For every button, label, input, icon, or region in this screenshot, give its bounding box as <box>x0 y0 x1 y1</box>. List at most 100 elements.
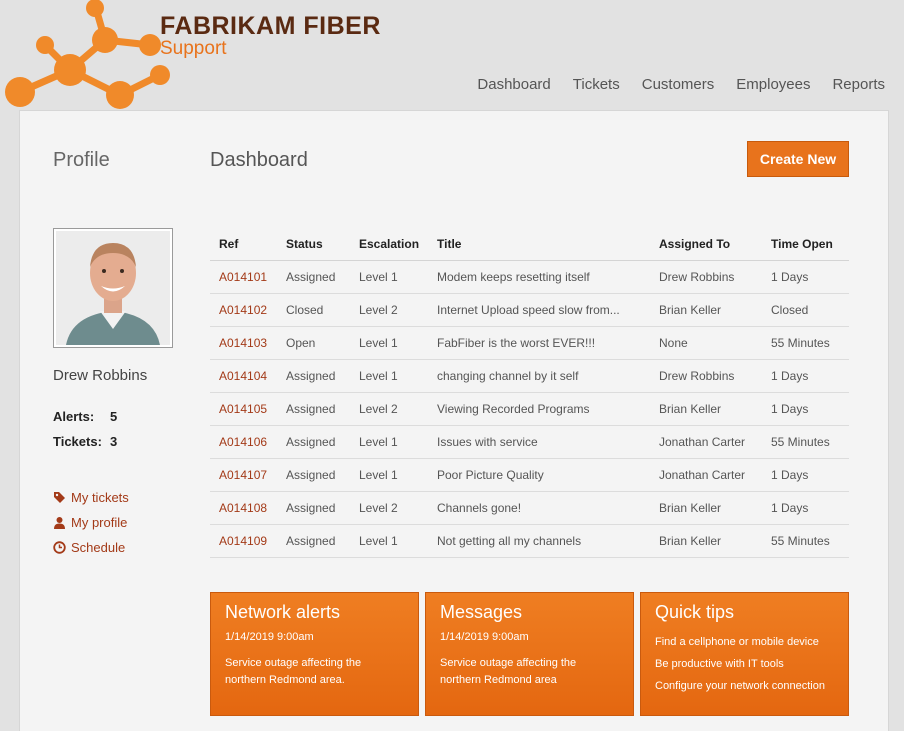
sidebar-link-my-tickets[interactable]: My tickets <box>53 485 129 510</box>
messages-card: Messages 1/14/2019 9:00am Service outage… <box>425 592 634 716</box>
table-row: A014107 Assigned Level 1 Poor Picture Qu… <box>210 458 849 492</box>
ticket-assignee: Jonathan Carter <box>650 458 762 492</box>
ticket-ref-link[interactable]: A014105 <box>210 392 277 426</box>
alerts-count: 5 <box>110 409 118 424</box>
ticket-time-open: 55 Minutes <box>762 425 849 459</box>
ticket-status: Assigned <box>277 524 350 558</box>
ticket-time-open: 55 Minutes <box>762 524 849 558</box>
ticket-ref-link[interactable]: A014103 <box>210 326 277 360</box>
card-title: Quick tips <box>655 602 735 622</box>
tickets-label: Tickets: <box>53 434 102 449</box>
table-row: A014104 Assigned Level 1 changing channe… <box>210 359 849 393</box>
tip-item[interactable]: Configure your network connection <box>655 675 834 697</box>
ticket-escalation: Level 1 <box>350 359 428 393</box>
ticket-escalation: Level 1 <box>350 326 428 360</box>
ticket-escalation: Level 2 <box>350 491 428 525</box>
table-row: A014105 Assigned Level 2 Viewing Recorde… <box>210 392 849 426</box>
ticket-ref-link[interactable]: A014108 <box>210 491 277 525</box>
ticket-escalation: Level 1 <box>350 260 428 294</box>
column-header-assigned-to: Assigned To <box>650 227 762 261</box>
sidebar-link-schedule[interactable]: Schedule <box>53 535 129 560</box>
ticket-ref-link[interactable]: A014106 <box>210 425 277 459</box>
ticket-status: Open <box>277 326 350 360</box>
page-title: Dashboard <box>210 149 308 171</box>
create-new-button[interactable]: Create New <box>747 141 849 177</box>
ticket-title: Not getting all my channels <box>428 524 650 558</box>
profile-heading: Profile <box>53 149 110 171</box>
ticket-ref-link[interactable]: A014101 <box>210 260 277 294</box>
ticket-status: Assigned <box>277 392 350 426</box>
card-date: 1/14/2019 9:00am <box>225 631 314 643</box>
ticket-assignee: Brian Keller <box>650 392 762 426</box>
ticket-assignee: Drew Robbins <box>650 260 762 294</box>
ticket-assignee: Brian Keller <box>650 293 762 327</box>
tag-icon <box>54 492 65 503</box>
nav-reports[interactable]: Reports <box>832 76 885 93</box>
ticket-ref-link[interactable]: A014102 <box>210 293 277 327</box>
ticket-escalation: Level 2 <box>350 392 428 426</box>
ticket-assignee: None <box>650 326 762 360</box>
table-row: A014102 Closed Level 2 Internet Upload s… <box>210 293 849 327</box>
ticket-title: Internet Upload speed slow from... <box>428 293 650 327</box>
sidebar-link-label: My tickets <box>71 490 129 505</box>
ticket-ref-link[interactable]: A014107 <box>210 458 277 492</box>
ticket-escalation: Level 1 <box>350 458 428 492</box>
sidebar-link-label: Schedule <box>71 540 126 555</box>
ticket-time-open: 1 Days <box>762 392 849 426</box>
clock-icon <box>53 541 66 554</box>
ticket-assignee: Brian Keller <box>650 491 762 525</box>
tickets-table: Ref Status Escalation Title Assigned To … <box>210 227 849 558</box>
tip-item[interactable]: Find a cellphone or mobile device <box>655 631 834 653</box>
nav-dashboard[interactable]: Dashboard <box>477 76 550 93</box>
ticket-escalation: Level 2 <box>350 293 428 327</box>
column-header-title: Title <box>428 227 650 261</box>
content-panel: Profile Drew Robbins Alerts: 5 Tickets: … <box>19 110 889 731</box>
user-name: Drew Robbins <box>53 367 148 384</box>
brand-title: FABRIKAM FIBER <box>160 12 381 40</box>
ticket-time-open: Closed <box>762 293 849 327</box>
ticket-status: Assigned <box>277 359 350 393</box>
card-text: Service outage affecting the northern Re… <box>225 657 362 686</box>
alerts-label: Alerts: <box>53 409 95 424</box>
ticket-time-open: 1 Days <box>762 359 849 393</box>
table-row: A014101 Assigned Level 1 Modem keeps res… <box>210 260 849 294</box>
top-nav: Dashboard Tickets Customers Employees Re… <box>477 76 885 93</box>
tickets-count: 3 <box>110 434 118 449</box>
alerts-stat: Alerts: 5 <box>53 409 117 424</box>
quick-tips-card: Quick tips Find a cellphone or mobile de… <box>640 592 849 716</box>
ticket-title: FabFiber is the worst EVER!!! <box>428 326 650 360</box>
card-title: Network alerts <box>225 602 341 622</box>
tickets-stat: Tickets: 3 <box>53 434 117 449</box>
header: FABRIKAM FIBER Support Dashboard Tickets… <box>0 0 904 112</box>
ticket-time-open: 1 Days <box>762 458 849 492</box>
card-text: Service outage affecting the northern Re… <box>440 657 577 686</box>
ticket-title: Modem keeps resetting itself <box>428 260 650 294</box>
avatar-portrait-image <box>56 231 170 345</box>
sidebar-link-my-profile[interactable]: My profile <box>53 510 129 535</box>
card-title: Messages <box>440 602 523 622</box>
ticket-escalation: Level 1 <box>350 524 428 558</box>
ticket-time-open: 1 Days <box>762 491 849 525</box>
sidebar-link-label: My profile <box>71 515 128 530</box>
tip-item[interactable]: Be productive with IT tools <box>655 653 834 675</box>
ticket-title: changing channel by it self <box>428 359 650 393</box>
table-header-row: Ref Status Escalation Title Assigned To … <box>210 227 849 261</box>
table-row: A014109 Assigned Level 1 Not getting all… <box>210 524 849 558</box>
network-alerts-card: Network alerts 1/14/2019 9:00am Service … <box>210 592 419 716</box>
nav-tickets[interactable]: Tickets <box>573 76 620 93</box>
ticket-title: Poor Picture Quality <box>428 458 650 492</box>
brand-subtitle: Support <box>160 38 227 59</box>
table-row: A014106 Assigned Level 1 Issues with ser… <box>210 425 849 459</box>
ticket-ref-link[interactable]: A014109 <box>210 524 277 558</box>
ticket-title: Issues with service <box>428 425 650 459</box>
ticket-status: Assigned <box>277 425 350 459</box>
sidebar-links: My tickets My profile Schedule <box>53 485 129 560</box>
ticket-status: Assigned <box>277 458 350 492</box>
ticket-assignee: Jonathan Carter <box>650 425 762 459</box>
ticket-status: Assigned <box>277 260 350 294</box>
user-icon <box>54 517 65 529</box>
ticket-ref-link[interactable]: A014104 <box>210 359 277 393</box>
nav-employees[interactable]: Employees <box>736 76 810 93</box>
nav-customers[interactable]: Customers <box>642 76 715 93</box>
ticket-assignee: Drew Robbins <box>650 359 762 393</box>
